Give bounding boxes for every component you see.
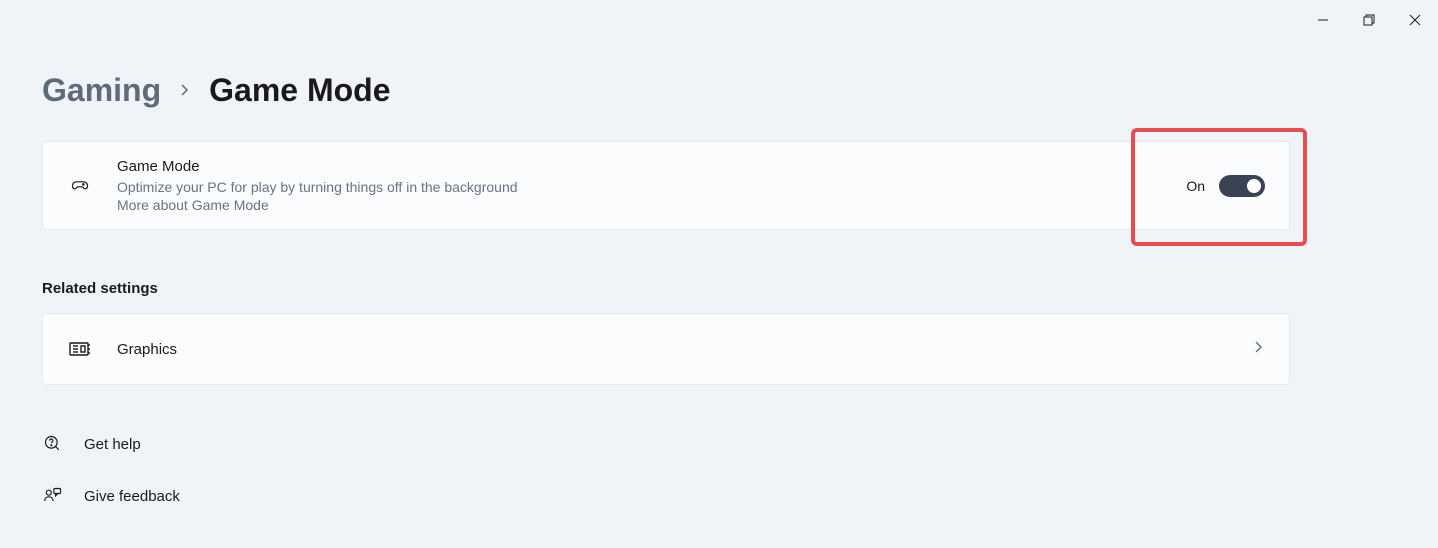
get-help-label: Get help bbox=[84, 436, 141, 453]
game-mode-more-link[interactable]: More about Game Mode bbox=[117, 197, 1186, 213]
game-mode-text: Game Mode Optimize your PC for play by t… bbox=[117, 158, 1186, 213]
give-feedback-link[interactable]: Give feedback bbox=[42, 477, 1396, 515]
toggle-knob bbox=[1247, 179, 1261, 193]
game-mode-toggle-area: On bbox=[1186, 175, 1265, 197]
graphics-label: Graphics bbox=[117, 341, 177, 358]
related-settings-header: Related settings bbox=[42, 280, 1396, 297]
graphics-icon bbox=[67, 336, 93, 362]
breadcrumb-current: Game Mode bbox=[209, 72, 390, 109]
maximize-button[interactable] bbox=[1346, 0, 1392, 40]
minimize-button[interactable] bbox=[1300, 0, 1346, 40]
game-mode-title: Game Mode bbox=[117, 158, 1186, 175]
game-mode-card: Game Mode Optimize your PC for play by t… bbox=[42, 141, 1290, 230]
breadcrumb: Gaming Game Mode bbox=[42, 72, 1396, 109]
chevron-right-icon bbox=[179, 80, 191, 101]
help-icon bbox=[42, 433, 64, 455]
get-help-link[interactable]: Get help bbox=[42, 425, 1396, 463]
close-button[interactable] bbox=[1392, 0, 1438, 40]
window-controls bbox=[1300, 0, 1438, 40]
give-feedback-label: Give feedback bbox=[84, 488, 180, 505]
feedback-icon bbox=[42, 485, 64, 507]
chevron-right-icon bbox=[1253, 340, 1265, 358]
breadcrumb-parent[interactable]: Gaming bbox=[42, 72, 161, 109]
game-mode-toggle[interactable] bbox=[1219, 175, 1265, 197]
graphics-row[interactable]: Graphics bbox=[42, 313, 1290, 385]
toggle-label: On bbox=[1186, 178, 1205, 194]
game-mode-icon bbox=[67, 173, 93, 199]
game-mode-subtitle: Optimize your PC for play by turning thi… bbox=[117, 177, 1186, 197]
